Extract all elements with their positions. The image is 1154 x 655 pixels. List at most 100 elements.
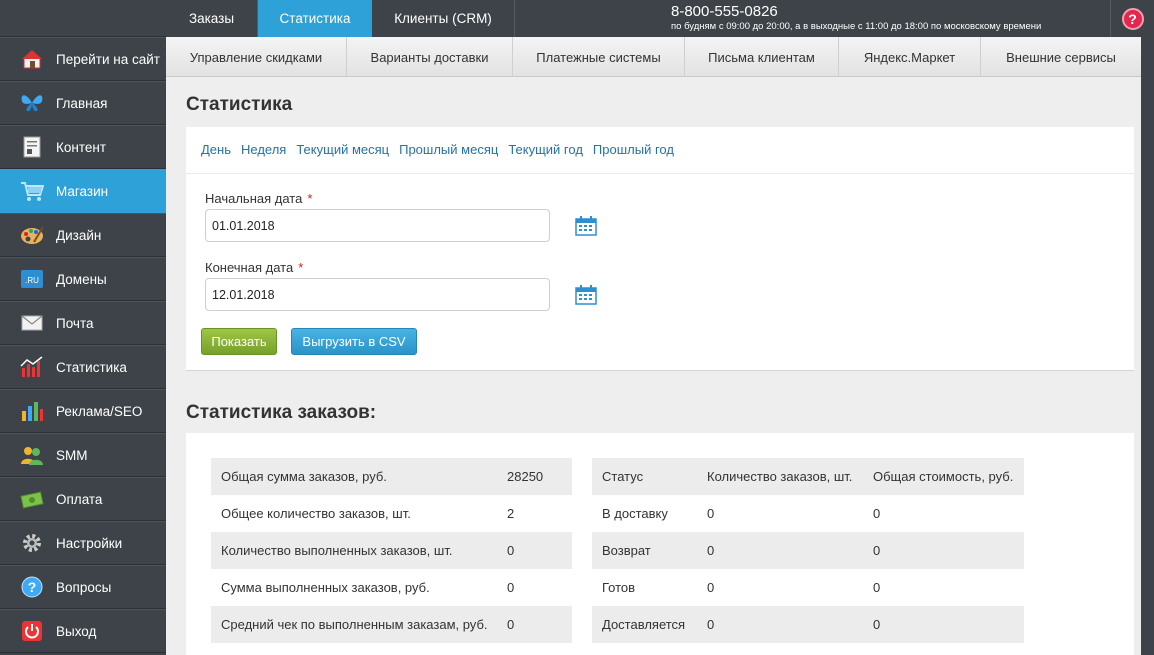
end-date-label-text: Конечная дата (205, 260, 294, 275)
end-date-input[interactable] (205, 278, 550, 311)
domain-icon: .RU (20, 267, 44, 291)
people-icon (20, 443, 44, 467)
sidebar-item-label: Дизайн (56, 227, 102, 243)
sidebar-item-label: Контент (56, 139, 107, 155)
show-button[interactable]: Показать (201, 328, 277, 355)
summary-table: Общая сумма заказов, руб. 28250 Общее кол… (211, 458, 572, 643)
support-phone: 8-800-555-0826 (671, 3, 778, 20)
sidebar-item-label: Магазин (56, 183, 109, 199)
subnav-client-letters[interactable]: Письма клиентам (685, 37, 839, 77)
sidebar-item-label: Почта (56, 315, 94, 331)
sidebar-item-domains[interactable]: .RU Домены (0, 257, 166, 301)
period-week[interactable]: Неделя (241, 142, 286, 157)
document-icon (20, 135, 44, 159)
required-mark: * (298, 260, 304, 275)
table-row: Доставляется 0 0 (592, 606, 1024, 643)
subnav-payment-systems[interactable]: Платежные системы (513, 37, 685, 77)
top-navigation: Заказы Статистика Клиенты (CRM) 8-800-55… (166, 0, 1154, 37)
column-header: Общая стоимость, руб. (873, 469, 1014, 484)
start-date-label: Начальная дата * (205, 191, 312, 206)
sidebar-item-content[interactable]: Контент (0, 125, 166, 169)
status-cell: Возврат (602, 543, 651, 558)
period-last-year[interactable]: Прошлый год (593, 142, 674, 157)
end-date-label: Конечная дата * (205, 260, 303, 275)
butterfly-icon (20, 91, 44, 115)
count-cell: 0 (707, 617, 715, 632)
sidebar-item-logout[interactable]: Выход (0, 609, 166, 653)
home-icon (20, 47, 44, 71)
help-button[interactable]: ? (1110, 0, 1154, 37)
filter-panel: День Неделя Текущий месяц Прошлый месяц … (186, 127, 1134, 371)
sidebar-item-smm[interactable]: SMM (0, 433, 166, 477)
mail-icon (20, 311, 44, 335)
sidebar-item-label: Перейти на сайт (56, 51, 160, 67)
summary-value: 0 (507, 617, 515, 632)
total-cell: 0 (873, 617, 881, 632)
subnav-external-services[interactable]: Внешние сервисы (981, 37, 1141, 77)
period-current-year[interactable]: Текущий год (508, 142, 583, 157)
table-header-row: Статус Количество заказов, шт. Общая сто… (592, 458, 1024, 495)
summary-value: 0 (507, 580, 515, 595)
total-cell: 0 (873, 580, 881, 595)
period-day[interactable]: День (201, 142, 231, 157)
table-row: Сумма выполненных заказов, руб. 0 (211, 569, 572, 606)
subnav-discounts[interactable]: Управление скидками (166, 37, 347, 77)
sidebar-item-shop[interactable]: Магазин (0, 169, 166, 213)
gear-icon (20, 531, 44, 555)
summary-label: Количество выполненных заказов, шт. (221, 543, 453, 558)
summary-label: Средний чек по выполненным заказам, руб. (221, 617, 488, 632)
divider (186, 173, 1134, 174)
sidebar-item-go-to-site[interactable]: Перейти на сайт (0, 37, 166, 81)
sidebar-item-design[interactable]: Дизайн (0, 213, 166, 257)
sidebar-item-mail[interactable]: Почта (0, 301, 166, 345)
export-csv-button[interactable]: Выгрузить в CSV (291, 328, 417, 355)
tab-orders[interactable]: Заказы (166, 0, 258, 37)
status-cell: Доставляется (602, 617, 686, 632)
sidebar-item-label: Вопросы (56, 579, 112, 595)
start-calendar-icon[interactable] (575, 216, 597, 236)
money-icon (20, 487, 44, 511)
sidebar-item-ads-seo[interactable]: Реклама/SEO (0, 389, 166, 433)
period-last-month[interactable]: Прошлый месяц (399, 142, 498, 157)
sidebar-item-label: Реклама/SEO (56, 403, 143, 419)
count-cell: 0 (707, 506, 715, 521)
table-row: Общее количество заказов, шт. 2 (211, 495, 572, 532)
table-row: Общая сумма заказов, руб. 28250 (211, 458, 572, 495)
sidebar-item-statistics[interactable]: Статистика (0, 345, 166, 389)
sidebar-item-questions[interactable]: ? Вопросы (0, 565, 166, 609)
tab-clients-crm[interactable]: Клиенты (CRM) (372, 0, 515, 37)
summary-label: Сумма выполненных заказов, руб. (221, 580, 430, 595)
subnav-delivery[interactable]: Варианты доставки (347, 37, 513, 77)
sub-navigation: Управление скидками Варианты доставки Пл… (166, 37, 1141, 77)
period-current-month[interactable]: Текущий месяц (296, 142, 389, 157)
sidebar-item-label: Статистика (56, 359, 127, 375)
summary-value: 0 (507, 543, 515, 558)
sidebar-item-payment[interactable]: Оплата (0, 477, 166, 521)
table-row: Средний чек по выполненным заказам, руб.… (211, 606, 572, 643)
sidebar-item-settings[interactable]: Настройки (0, 521, 166, 565)
sidebar-item-label: Домены (56, 271, 107, 287)
summary-value: 28250 (507, 469, 544, 484)
count-cell: 0 (707, 580, 715, 595)
power-icon (20, 619, 44, 643)
subnav-yandex-market[interactable]: Яндекс.Маркет (839, 37, 981, 77)
start-date-label-text: Начальная дата (205, 191, 303, 206)
total-cell: 0 (873, 543, 881, 558)
question-icon: ? (20, 575, 44, 599)
orders-stats-title: Статистика заказов: (186, 402, 377, 423)
sidebar-item-main[interactable]: Главная (0, 81, 166, 125)
end-calendar-icon[interactable] (575, 285, 597, 305)
start-date-input[interactable] (205, 209, 550, 242)
tab-statistics[interactable]: Статистика (258, 0, 372, 37)
summary-label: Общее количество заказов, шт. (221, 506, 411, 521)
sidebar-item-label: Выход (56, 623, 97, 639)
required-mark: * (307, 191, 313, 206)
count-cell: 0 (707, 543, 715, 558)
status-table: Статус Количество заказов, шт. Общая сто… (592, 458, 1024, 643)
column-header: Статус (602, 469, 644, 484)
chart-icon (20, 355, 44, 379)
table-row: В доставку 0 0 (592, 495, 1024, 532)
right-edge-strip (1141, 37, 1154, 655)
sidebar-item-label: Главная (56, 95, 108, 111)
bars-icon (20, 399, 44, 423)
